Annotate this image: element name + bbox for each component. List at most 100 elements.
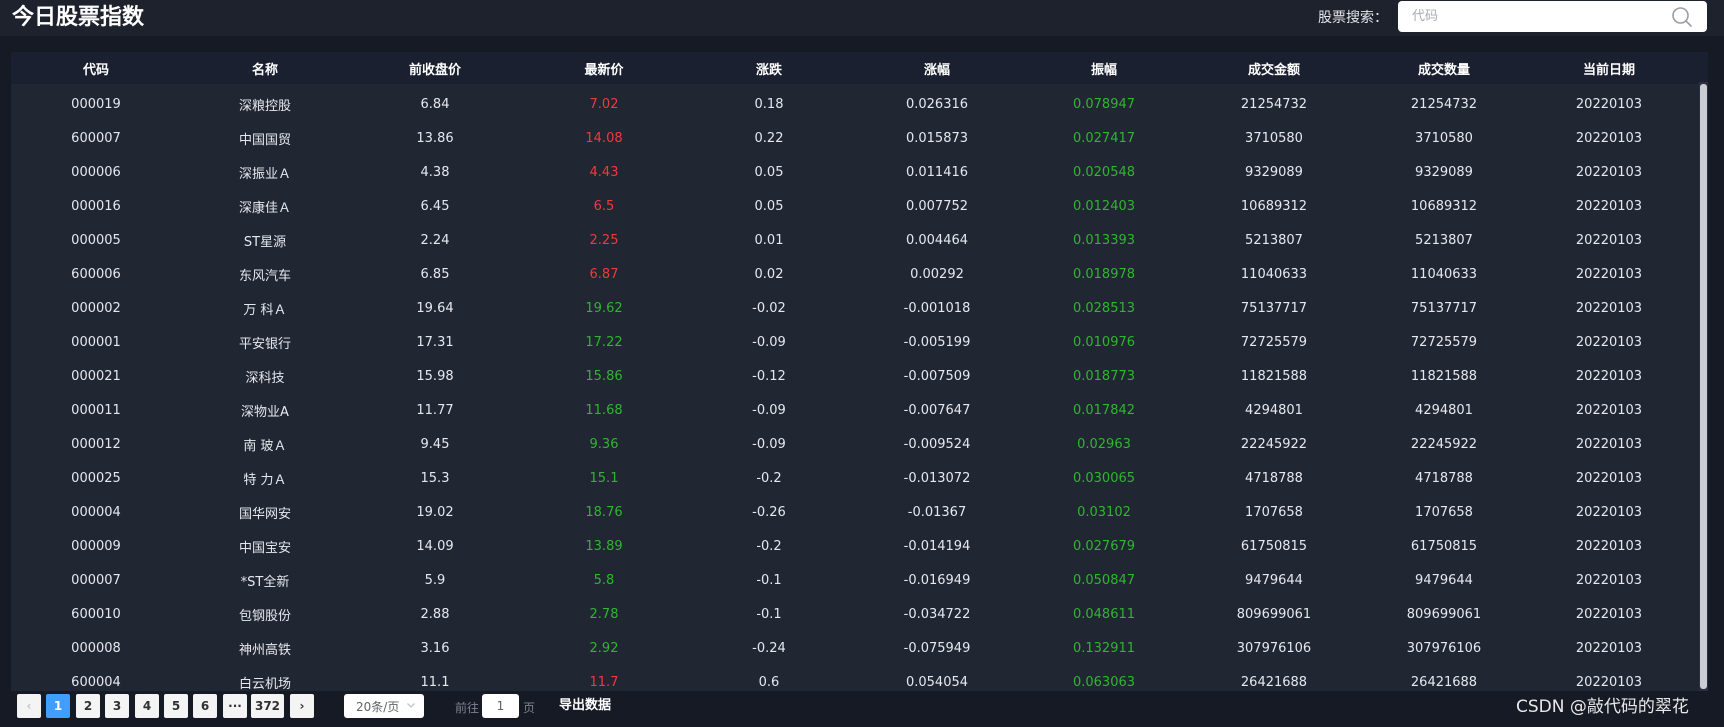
table-cell: 15.86 bbox=[585, 368, 623, 384]
table-cell: -0.1 bbox=[756, 572, 782, 588]
table-cell: 0.011416 bbox=[905, 164, 969, 180]
page-4-button[interactable]: 4 bbox=[135, 694, 159, 718]
table-cell: 20220103 bbox=[1575, 368, 1643, 384]
table-row[interactable]: 000008 神州高铁 3.16 2.92 -0.24 -0.075949 0.132911… bbox=[11, 631, 1693, 665]
top-bar: 今日股票指数 股票搜索： bbox=[0, 0, 1724, 36]
page-size-select[interactable]: 20条/页 bbox=[344, 694, 424, 718]
table-header: 代码 名称 前收盘价 最新价 涨跌 涨幅 振幅 成交金额 成交数量 当前日期 bbox=[11, 52, 1708, 84]
table-cell: 000002 bbox=[71, 300, 121, 316]
table-row[interactable]: 600010 包钢股份 2.88 2.78 -0.1 -0.034722 0.048611 8… bbox=[11, 597, 1693, 631]
table-cell: 9479644 bbox=[1415, 572, 1473, 588]
search-box[interactable] bbox=[1398, 1, 1707, 32]
table-cell: 4294801 bbox=[1415, 402, 1473, 418]
table-cell: 国华网安 bbox=[238, 506, 291, 522]
table-cell: 6.45 bbox=[420, 198, 450, 214]
column-header: 振幅 bbox=[1090, 62, 1117, 78]
table-cell: 4718788 bbox=[1415, 470, 1473, 486]
table-row[interactable]: 000025 特 力Ａ 15.3 15.1 -0.2 -0.013072 0.030065 4… bbox=[11, 461, 1693, 495]
prev-page-button[interactable]: ‹ bbox=[17, 694, 41, 718]
vertical-scrollbar-thumb[interactable] bbox=[1700, 84, 1707, 689]
table-cell: 6.87 bbox=[589, 266, 619, 282]
table-cell: 000016 bbox=[71, 198, 121, 214]
table-cell: 0.013393 bbox=[1072, 232, 1136, 248]
page-3-button[interactable]: 3 bbox=[105, 694, 129, 718]
page-1-button[interactable]: 1 bbox=[46, 694, 70, 718]
chevron-left-icon: ‹ bbox=[26, 699, 32, 713]
table-cell: 307976106 bbox=[1236, 640, 1312, 656]
table-row[interactable]: 000005 ST星源 2.24 2.25 0.01 0.004464 0.013393 52… bbox=[11, 223, 1693, 257]
table-cell: 000001 bbox=[71, 334, 121, 350]
table-cell: 20220103 bbox=[1575, 470, 1643, 486]
table-cell: 0.017842 bbox=[1072, 402, 1136, 418]
table-cell: 10689312 bbox=[1240, 198, 1308, 214]
table-cell: 5213807 bbox=[1245, 232, 1303, 248]
table-cell: 10689312 bbox=[1410, 198, 1478, 214]
page-6-button[interactable]: 6 bbox=[193, 694, 217, 718]
export-data-button[interactable]: 导出数据 bbox=[559, 697, 611, 715]
table-cell: -0.007509 bbox=[903, 368, 971, 384]
table-cell: -0.009524 bbox=[903, 436, 971, 452]
table-row[interactable]: 600007 中国国贸 13.86 14.08 0.22 0.015873 0.027417… bbox=[11, 121, 1693, 155]
table-cell: 特 力Ａ bbox=[243, 472, 287, 488]
table-cell: 11821588 bbox=[1240, 368, 1308, 384]
table-cell: 深科技 bbox=[245, 370, 285, 386]
table-row[interactable]: 000007 *ST全新 5.9 5.8 -0.1 -0.016949 0.050847 94… bbox=[11, 563, 1693, 597]
next-page-button[interactable]: › bbox=[290, 694, 314, 718]
table-cell: 15.98 bbox=[416, 368, 454, 384]
table-cell: 3.16 bbox=[420, 640, 450, 656]
table-cell: 600007 bbox=[71, 130, 121, 146]
table-row[interactable]: 600006 东风汽车 6.85 6.87 0.02 0.00292 0.018978 110… bbox=[11, 257, 1693, 291]
table-cell: 2.88 bbox=[420, 606, 450, 622]
table-row[interactable]: 000012 南 玻Ａ 9.45 9.36 -0.09 -0.009524 0.02963 2… bbox=[11, 427, 1693, 461]
table-cell: 20220103 bbox=[1575, 130, 1643, 146]
table-cell: 20220103 bbox=[1575, 436, 1643, 452]
table-cell: 0.063063 bbox=[1072, 674, 1136, 690]
table-cell: 深物业A bbox=[241, 404, 289, 420]
more-pages-button[interactable]: ··· bbox=[223, 694, 247, 718]
table-row[interactable]: 600004 白云机场 11.1 11.7 0.6 0.054054 0.063063 264… bbox=[11, 665, 1693, 692]
table-cell: 0.027679 bbox=[1072, 538, 1136, 554]
table-cell: 20220103 bbox=[1575, 538, 1643, 554]
column-header: 当前日期 bbox=[1582, 62, 1635, 78]
table-cell: 11821588 bbox=[1410, 368, 1478, 384]
table-row[interactable]: 000019 深粮控股 6.84 7.02 0.18 0.026316 0.078947 21… bbox=[11, 87, 1693, 121]
page-2-button[interactable]: 2 bbox=[76, 694, 100, 718]
table-row[interactable]: 000001 平安银行 17.31 17.22 -0.09 -0.005199 0.0109… bbox=[11, 325, 1693, 359]
stock-table: 代码 名称 前收盘价 最新价 涨跌 涨幅 振幅 成交金额 成交数量 当前日期 000019 深粮控股… bbox=[11, 52, 1708, 691]
table-row[interactable]: 000002 万 科Ａ 19.64 19.62 -0.02 -0.001018 0.0285… bbox=[11, 291, 1693, 325]
table-cell: 22245922 bbox=[1240, 436, 1308, 452]
table-cell: -0.1 bbox=[756, 606, 782, 622]
search-icon[interactable] bbox=[1671, 6, 1693, 28]
last-page-button[interactable]: 372 bbox=[251, 694, 284, 718]
table-cell: -0.013072 bbox=[903, 470, 971, 486]
jump-page-input[interactable]: 1 bbox=[482, 694, 519, 718]
table-row[interactable]: 000004 国华网安 19.02 18.76 -0.26 -0.01367 0.03102… bbox=[11, 495, 1693, 529]
table-cell: 包钢股份 bbox=[238, 608, 291, 624]
page-5-button[interactable]: 5 bbox=[164, 694, 188, 718]
table-cell: 6.5 bbox=[593, 198, 615, 214]
table-cell: -0.02 bbox=[752, 300, 786, 316]
table-cell: -0.014194 bbox=[903, 538, 971, 554]
table-cell: 61750815 bbox=[1240, 538, 1308, 554]
table-cell: 0.02 bbox=[754, 266, 784, 282]
search-input[interactable] bbox=[1412, 1, 1662, 32]
table-cell: 000004 bbox=[71, 504, 121, 520]
table-cell: 南 玻Ａ bbox=[243, 438, 287, 454]
table-row[interactable]: 000011 深物业A 11.77 11.68 -0.09 -0.007647 0.0178… bbox=[11, 393, 1693, 427]
table-cell: 000007 bbox=[71, 572, 121, 588]
table-cell: 0.02963 bbox=[1077, 436, 1131, 452]
table-cell: 0.22 bbox=[754, 130, 784, 146]
table-cell: 0.010976 bbox=[1072, 334, 1136, 350]
table-cell: 5213807 bbox=[1415, 232, 1473, 248]
table-row[interactable]: 000006 深振业Ａ 4.38 4.43 0.05 0.011416 0.020548 93… bbox=[11, 155, 1693, 189]
table-cell: 21254732 bbox=[1240, 96, 1308, 112]
table-row[interactable]: 000009 中国宝安 14.09 13.89 -0.2 -0.014194 0.02767… bbox=[11, 529, 1693, 563]
pagination: ‹ 1 2 3 4 5 6 ··· 372 › 20条/页 前往 1 页 导出数… bbox=[0, 691, 1724, 727]
column-header: 涨跌 bbox=[755, 62, 782, 78]
table-cell: 72725579 bbox=[1410, 334, 1478, 350]
table-cell: -0.12 bbox=[752, 368, 786, 384]
table-cell: 000025 bbox=[71, 470, 121, 486]
table-row[interactable]: 000021 深科技 15.98 15.86 -0.12 -0.007509 0.01877… bbox=[11, 359, 1693, 393]
table-row[interactable]: 000016 深康佳Ａ 6.45 6.5 0.05 0.007752 0.012403 106… bbox=[11, 189, 1693, 223]
table-cell: 000021 bbox=[71, 368, 121, 384]
